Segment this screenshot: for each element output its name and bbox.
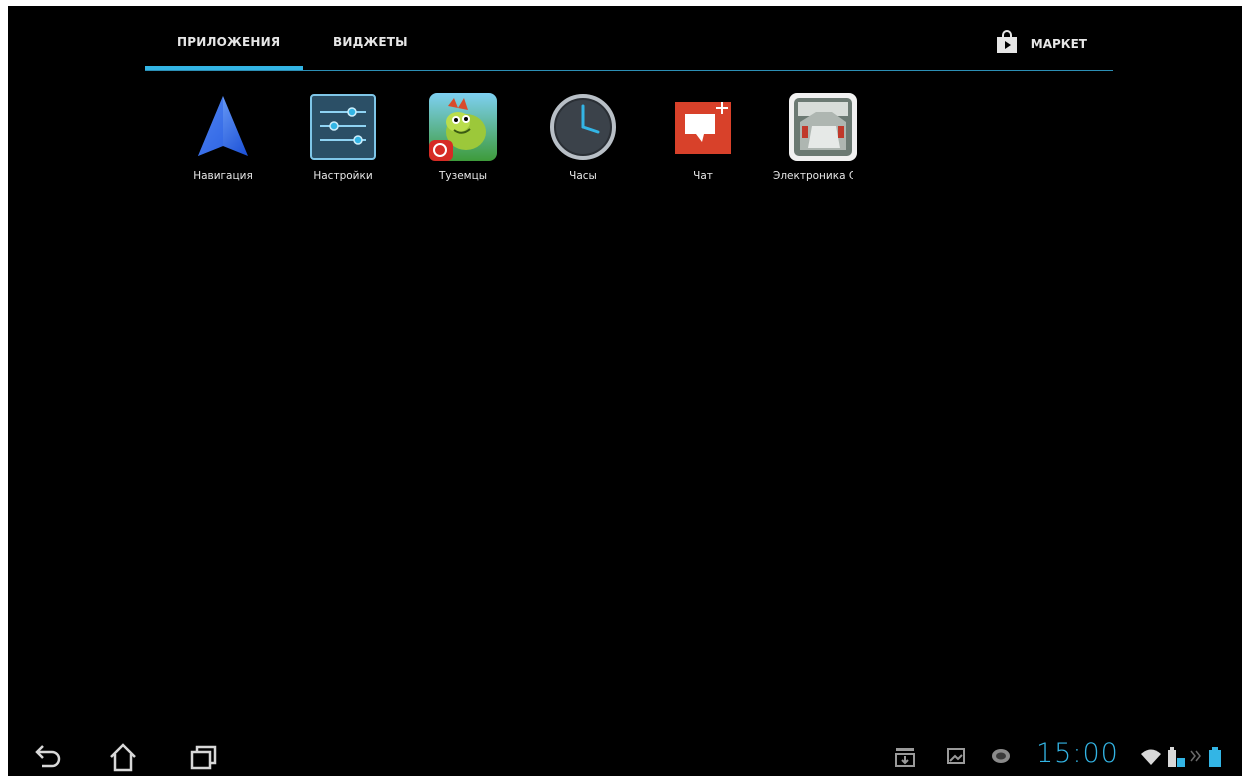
app-electronics[interactable]: Электроника С: [763, 92, 883, 192]
recent-apps-button[interactable]: [186, 742, 226, 774]
chat-bubble-icon: [668, 92, 738, 162]
status-clock[interactable]: 15:00: [1036, 738, 1119, 769]
system-bar: 15:00: [8, 734, 1242, 776]
home-icon: [106, 743, 140, 776]
market-bag-icon: [995, 30, 1019, 58]
tuzemtsy-game-icon: [428, 92, 498, 162]
app-grid: Навигация Настройки Туземцы Часы Чат Эле…: [163, 92, 883, 192]
tab-apps[interactable]: ПРИЛОЖЕНИЯ: [177, 35, 280, 49]
app-label: Чат: [693, 170, 713, 182]
drawer-tab-bar: ПРИЛОЖЕНИЯ ВИДЖЕТЫ МАРКЕТ: [145, 6, 1113, 72]
download-notification-icon[interactable]: [894, 746, 916, 772]
app-label: Электроника С: [773, 170, 853, 182]
clock-icon: [548, 92, 618, 162]
home-button[interactable]: [106, 742, 146, 774]
tab-widgets[interactable]: ВИДЖЕТЫ: [333, 35, 408, 49]
recent-apps-icon: [186, 745, 220, 776]
app-label: Настройки: [313, 170, 373, 182]
navigation-arrow-icon: [188, 92, 258, 162]
market-label: МАРКЕТ: [1030, 37, 1087, 51]
app-drawer-screen: ПРИЛОЖЕНИЯ ВИДЖЕТЫ МАРКЕТ Навигация Наст…: [8, 6, 1242, 776]
back-button[interactable]: [30, 742, 70, 774]
screenshot-notification-icon[interactable]: [946, 746, 966, 770]
market-button[interactable]: МАРКЕТ: [995, 30, 1087, 58]
electronics-app-icon: [788, 92, 858, 162]
tab-divider: [145, 70, 1113, 71]
app-chat[interactable]: Чат: [643, 92, 763, 192]
back-icon: [30, 745, 64, 776]
settings-sliders-icon: [308, 92, 378, 162]
app-clock[interactable]: Часы: [523, 92, 643, 192]
dock-battery-icon: [1166, 746, 1186, 772]
app-settings[interactable]: Настройки: [283, 92, 403, 192]
app-label: Часы: [569, 170, 597, 182]
app-navigation[interactable]: Навигация: [163, 92, 283, 192]
battery-icon: [1208, 746, 1222, 772]
more-chevron-icon[interactable]: [1190, 748, 1202, 767]
app-label: Туземцы: [438, 170, 488, 182]
wifi-icon: [1140, 748, 1162, 770]
es-app-notification-icon[interactable]: [991, 746, 1011, 770]
app-label: Навигация: [193, 170, 253, 182]
app-tuzemtsy[interactable]: Туземцы: [403, 92, 523, 192]
